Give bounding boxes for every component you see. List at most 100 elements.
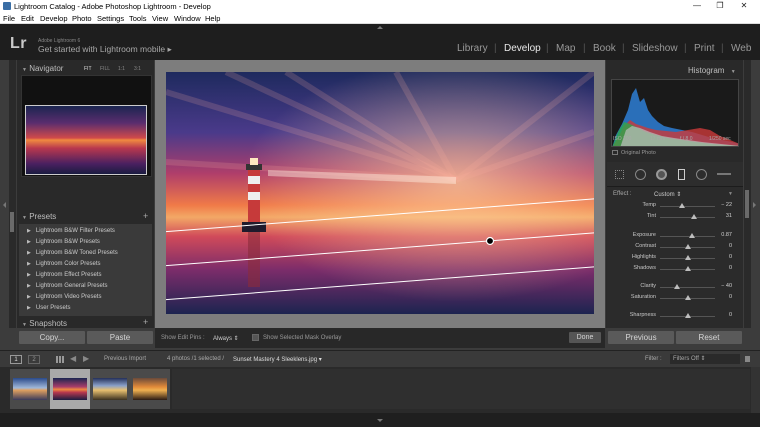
slider-highlights[interactable]: Highlights 0 <box>607 253 743 263</box>
crop-tool-icon[interactable] <box>615 170 624 179</box>
zoom-1-1[interactable]: 1:1 <box>118 66 125 72</box>
slider-shadows[interactable]: Shadows 0 <box>607 264 743 274</box>
slider-thumb[interactable] <box>684 313 691 318</box>
filter-select[interactable]: Filters Off ⇕ <box>670 354 740 364</box>
edit-pins-select[interactable]: Always ⇕ <box>213 335 239 342</box>
slider-thumb[interactable] <box>673 284 680 289</box>
mask-overlay-checkbox[interactable] <box>252 334 259 341</box>
zoom-3-1[interactable]: 3:1 <box>134 66 141 72</box>
menu-window[interactable]: Window <box>174 14 201 23</box>
right-panel-scrollbar[interactable] <box>745 190 749 218</box>
primary-window-button[interactable]: 1 <box>10 355 22 364</box>
preset-folder[interactable]: ▶ Lightroom B&W Filter Presets <box>19 226 152 237</box>
slider-thumb[interactable] <box>688 233 695 238</box>
close-button[interactable]: ✕ <box>737 1 751 10</box>
presets-header[interactable]: ▼ Presets <box>22 212 56 221</box>
main-photo[interactable] <box>166 72 594 314</box>
effect-select[interactable]: Custom ⇕ <box>654 191 681 198</box>
preset-folder[interactable]: ▶ Lightroom General Presets <box>19 281 152 292</box>
done-button[interactable]: Done <box>569 332 601 343</box>
slider-thumb[interactable] <box>684 244 691 249</box>
menu-help[interactable]: Help <box>205 14 220 23</box>
module-library[interactable]: Library <box>457 43 488 54</box>
zoom-fill[interactable]: FILL <box>100 66 110 72</box>
minimize-button[interactable]: — <box>690 1 704 10</box>
slider-thumb[interactable] <box>691 214 698 219</box>
collapse-top-panel-icon[interactable] <box>377 26 383 29</box>
menu-settings[interactable]: Settings <box>97 14 124 23</box>
module-slideshow[interactable]: Slideshow <box>632 43 678 54</box>
preset-folder[interactable]: ▶ Lightroom Color Presets <box>19 259 152 270</box>
spot-removal-icon[interactable] <box>635 169 646 180</box>
maximize-button[interactable]: ❐ <box>713 1 727 10</box>
slider-clarity[interactable]: Clarity − 40 <box>607 282 743 292</box>
slider-value[interactable]: 0 <box>712 265 732 271</box>
forward-arrow-icon[interactable]: ▶ <box>83 354 89 363</box>
menu-develop[interactable]: Develop <box>40 14 68 23</box>
reset-button[interactable]: Reset <box>676 331 742 344</box>
slider-track[interactable] <box>660 217 715 218</box>
histogram-header[interactable]: Histogram ▼ <box>688 66 736 75</box>
slider-value[interactable]: − 40 <box>712 283 732 289</box>
preset-folder[interactable]: ▶ Lightroom B&W Toned Presets <box>19 248 152 259</box>
previous-button[interactable]: Previous <box>608 331 674 344</box>
filmstrip-thumb[interactable] <box>10 369 50 409</box>
preset-folder[interactable]: ▶ User Presets <box>19 303 152 314</box>
slider-track[interactable] <box>660 287 715 288</box>
secondary-window-button[interactable]: 2 <box>28 355 40 364</box>
collapse-filmstrip-icon[interactable] <box>377 419 383 422</box>
slider-value[interactable]: 0 <box>712 254 732 260</box>
slider-value[interactable]: − 22 <box>712 202 732 208</box>
slider-value[interactable]: 0 <box>712 294 732 300</box>
back-arrow-icon[interactable]: ◀ <box>70 354 76 363</box>
slider-sharpness[interactable]: Sharpness 0 <box>607 311 743 321</box>
graduated-filter-icon[interactable] <box>678 169 685 180</box>
module-map[interactable]: Map <box>556 43 575 54</box>
module-print[interactable]: Print <box>694 43 715 54</box>
panel-collapse-icon[interactable]: ▼ <box>728 191 733 197</box>
paste-button[interactable]: Paste <box>87 331 153 344</box>
adjustment-brush-icon[interactable] <box>717 173 731 175</box>
preset-folder[interactable]: ▶ Lightroom Effect Presets <box>19 270 152 281</box>
slider-saturation[interactable]: Saturation 0 <box>607 293 743 303</box>
menu-tools[interactable]: Tools <box>129 14 147 23</box>
slider-track[interactable] <box>660 236 715 237</box>
navigator-thumbnail[interactable] <box>25 105 147 175</box>
slider-contrast[interactable]: Contrast 0 <box>607 242 743 252</box>
filmstrip-thumb[interactable] <box>90 369 130 409</box>
collapse-left-panel-icon[interactable] <box>3 202 6 208</box>
snapshots-header[interactable]: ▼ Snapshots <box>22 319 67 328</box>
slider-track[interactable] <box>660 206 715 207</box>
slider-thumb[interactable] <box>684 266 691 271</box>
slider-thumb[interactable] <box>679 203 685 208</box>
module-web[interactable]: Web <box>731 43 751 54</box>
module-develop[interactable]: Develop <box>504 43 541 54</box>
mobile-link[interactable]: Get started with Lightroom mobile ▸ <box>38 44 172 55</box>
menu-file[interactable]: File <box>3 14 15 23</box>
slider-temp[interactable]: Temp − 22 <box>607 201 743 211</box>
filmstrip-thumb[interactable] <box>130 369 170 409</box>
slider-thumb[interactable] <box>684 295 691 300</box>
slider-exposure[interactable]: Exposure 0.87 <box>607 231 743 241</box>
preset-folder[interactable]: ▶ Lightroom B&W Presets <box>19 237 152 248</box>
radial-filter-icon[interactable] <box>696 169 707 180</box>
add-preset-icon[interactable]: + <box>143 211 148 221</box>
zoom-fit[interactable]: FIT <box>84 66 92 72</box>
slider-tint[interactable]: Tint 31 <box>607 212 743 222</box>
navigator-header[interactable]: ▼ Navigator <box>22 64 63 73</box>
slider-value[interactable]: 0 <box>712 312 732 318</box>
red-eye-icon[interactable] <box>656 169 667 180</box>
menu-edit[interactable]: Edit <box>21 14 34 23</box>
lock-icon[interactable] <box>745 356 750 362</box>
copy-button[interactable]: Copy... <box>19 331 85 344</box>
slider-value[interactable]: 31 <box>712 213 732 219</box>
grid-view-icon[interactable] <box>56 356 64 363</box>
collapse-right-panel-icon[interactable] <box>753 202 756 208</box>
slider-thumb[interactable] <box>684 255 691 260</box>
slider-value[interactable]: 0.87 <box>712 232 732 238</box>
add-snapshot-icon[interactable]: + <box>143 317 148 327</box>
preset-folder[interactable]: ▶ Lightroom Video Presets <box>19 292 152 303</box>
filmstrip-thumb-selected[interactable] <box>50 369 90 409</box>
original-photo-toggle[interactable]: Original Photo <box>612 150 656 156</box>
slider-value[interactable]: 0 <box>712 243 732 249</box>
